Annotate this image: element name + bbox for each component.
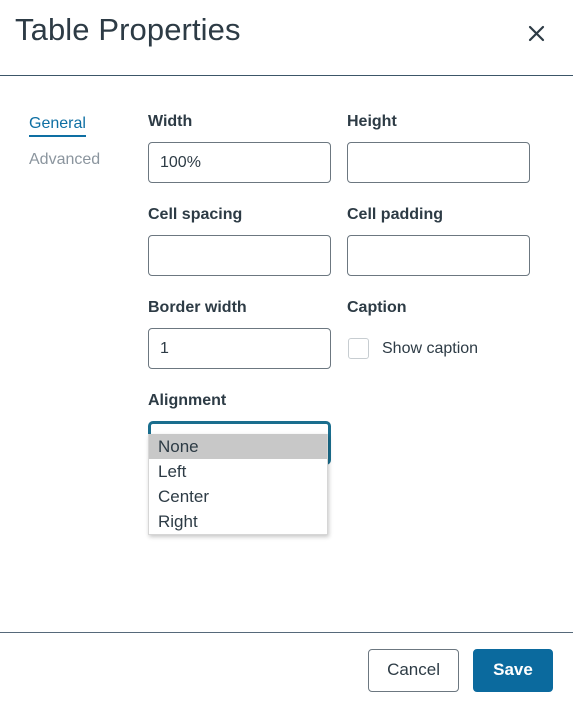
field-cell-padding: Cell padding xyxy=(347,205,530,276)
tab-row-advanced: Advanced xyxy=(29,150,148,183)
width-input[interactable] xyxy=(148,142,331,183)
general-form: Width Height Cell spacing Cell padding xyxy=(148,112,573,632)
save-button[interactable]: Save xyxy=(473,648,553,692)
field-row-size: Width Height xyxy=(148,112,553,183)
dialog-header: Table Properties xyxy=(0,0,573,76)
field-row-border-caption: Border width Caption Show caption xyxy=(148,298,553,369)
field-border-width: Border width xyxy=(148,298,331,369)
cancel-button[interactable]: Cancel xyxy=(368,648,459,692)
alignment-option-list[interactable]: None Left Center Right xyxy=(148,434,328,535)
show-caption-checkbox-row[interactable]: Show caption xyxy=(347,328,530,369)
dialog-body: General Advanced Width Height xyxy=(0,76,573,632)
height-input[interactable] xyxy=(347,142,530,183)
show-caption-label[interactable]: Show caption xyxy=(382,339,478,358)
alignment-option-left[interactable]: Left xyxy=(149,459,327,484)
border-width-label: Border width xyxy=(148,299,247,316)
alignment-option-none[interactable]: None xyxy=(149,434,327,459)
close-button[interactable] xyxy=(519,16,553,50)
caption-label: Caption xyxy=(347,299,407,316)
field-row-alignment: Alignment None None Left Center Ri xyxy=(148,391,553,535)
cell-spacing-input[interactable] xyxy=(148,235,331,276)
alignment-label: Alignment xyxy=(148,392,227,409)
field-width: Width xyxy=(148,112,331,183)
cell-padding-label: Cell padding xyxy=(347,206,443,223)
tab-general[interactable]: General xyxy=(29,114,86,137)
tab-advanced[interactable]: Advanced xyxy=(29,150,100,170)
field-row-cell: Cell spacing Cell padding xyxy=(148,205,553,276)
dialog-footer: Cancel Save xyxy=(0,632,573,707)
show-caption-checkbox[interactable] xyxy=(348,338,369,359)
page-title: Table Properties xyxy=(15,12,241,47)
height-label: Height xyxy=(347,113,397,130)
alignment-option-right[interactable]: Right xyxy=(149,509,327,534)
field-alignment: Alignment None None Left Center Ri xyxy=(148,391,331,535)
border-width-input[interactable] xyxy=(148,328,331,369)
tab-list: General Advanced xyxy=(0,112,148,632)
field-cell-spacing: Cell spacing xyxy=(148,205,331,276)
width-label: Width xyxy=(148,113,193,130)
tab-row-general: General xyxy=(29,114,148,150)
field-caption: Caption Show caption xyxy=(347,298,530,369)
cell-padding-input[interactable] xyxy=(347,235,530,276)
field-height: Height xyxy=(347,112,530,183)
table-properties-dialog: Table Properties General Advanced Width … xyxy=(0,0,573,707)
close-icon xyxy=(527,24,546,43)
alignment-option-center[interactable]: Center xyxy=(149,484,327,509)
cell-spacing-label: Cell spacing xyxy=(148,206,243,223)
